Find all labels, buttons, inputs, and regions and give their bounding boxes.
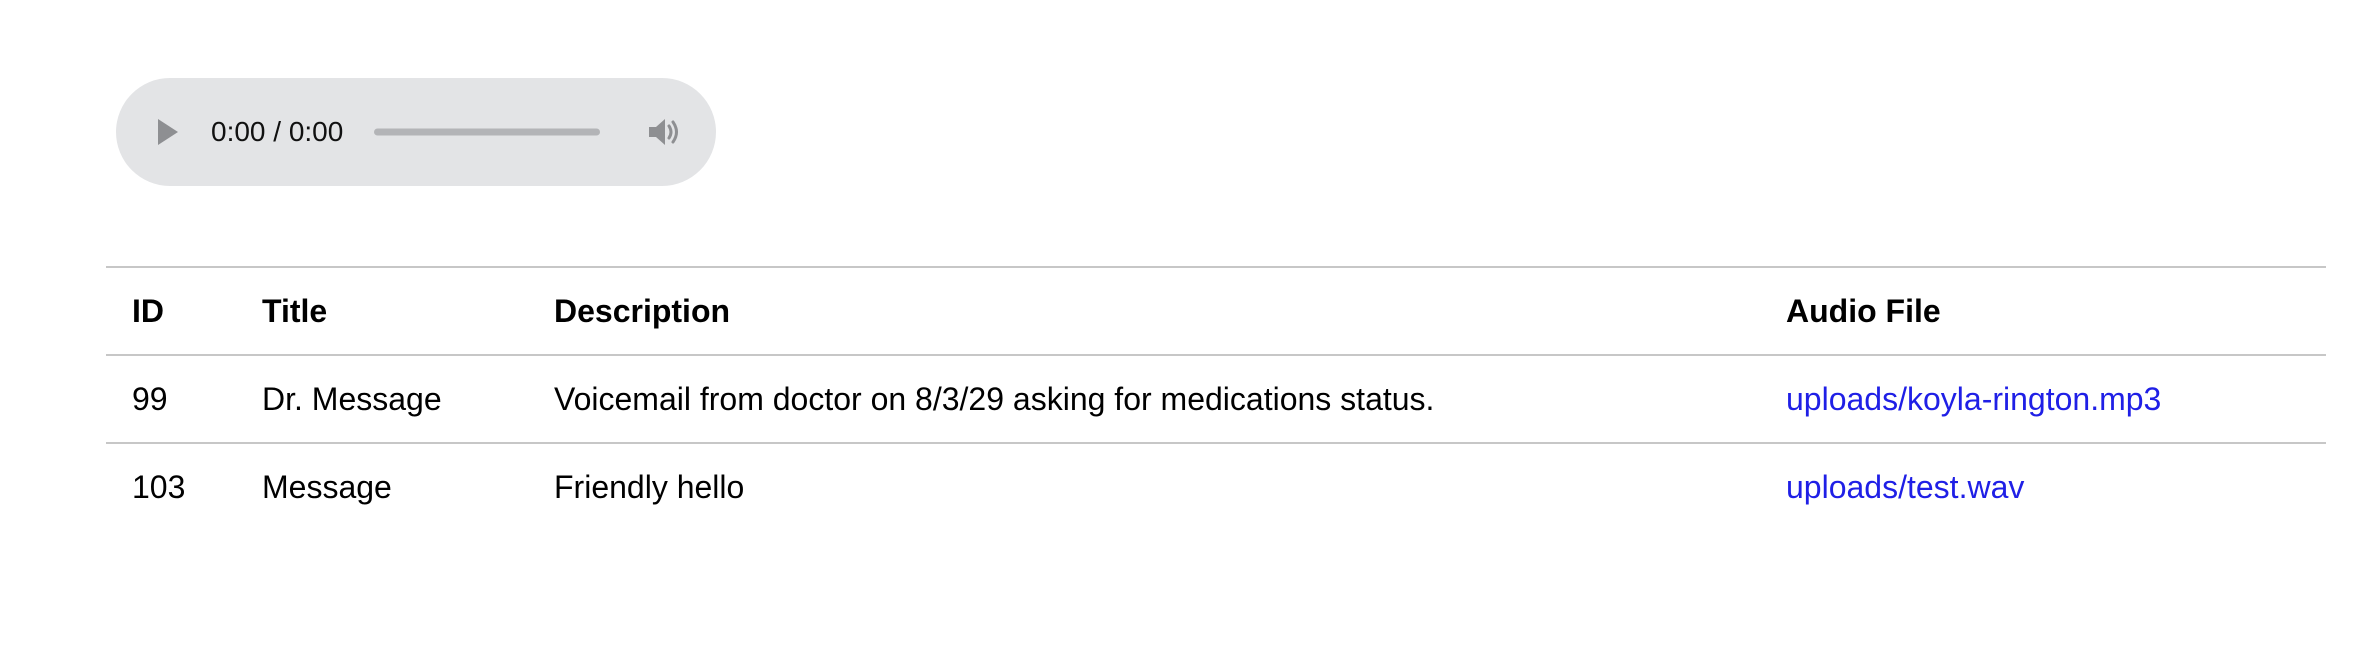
cell-description: Voicemail from doctor on 8/3/29 asking f… bbox=[554, 380, 1435, 417]
media-table: ID Title Description Audio File 99 Dr. M… bbox=[106, 266, 2326, 530]
cell-id: 103 bbox=[132, 468, 186, 505]
table-row: 103 Message Friendly hello uploads/test.… bbox=[106, 443, 2326, 530]
play-icon[interactable] bbox=[158, 119, 178, 145]
table-row: 99 Dr. Message Voicemail from doctor on … bbox=[106, 355, 2326, 443]
cell-audio-file: uploads/koyla-rington.mp3 bbox=[1760, 355, 2326, 443]
table-header-row: ID Title Description Audio File bbox=[106, 267, 2326, 355]
cell-title: Dr. Message bbox=[262, 380, 442, 417]
header-title: Title bbox=[262, 292, 328, 329]
time-display: 0:00 / 0:00 bbox=[211, 116, 344, 147]
audio-player[interactable]: 0:00 / 0:00 bbox=[116, 78, 716, 186]
cell-description: Friendly hello bbox=[554, 468, 745, 505]
header-description: Description bbox=[554, 292, 731, 329]
audio-file-link[interactable]: uploads/koyla-rington.mp3 bbox=[1786, 381, 2161, 417]
audio-file-link[interactable]: uploads/test.wav bbox=[1786, 469, 2024, 505]
header-id: ID bbox=[132, 292, 164, 329]
header-audio-file: Audio File bbox=[1786, 292, 1941, 329]
cell-audio-file: uploads/test.wav bbox=[1760, 443, 2326, 530]
speaker-icon[interactable] bbox=[647, 117, 681, 147]
cell-title: Message bbox=[262, 468, 392, 505]
progress-slider[interactable] bbox=[374, 128, 600, 136]
cell-id: 99 bbox=[132, 380, 168, 417]
